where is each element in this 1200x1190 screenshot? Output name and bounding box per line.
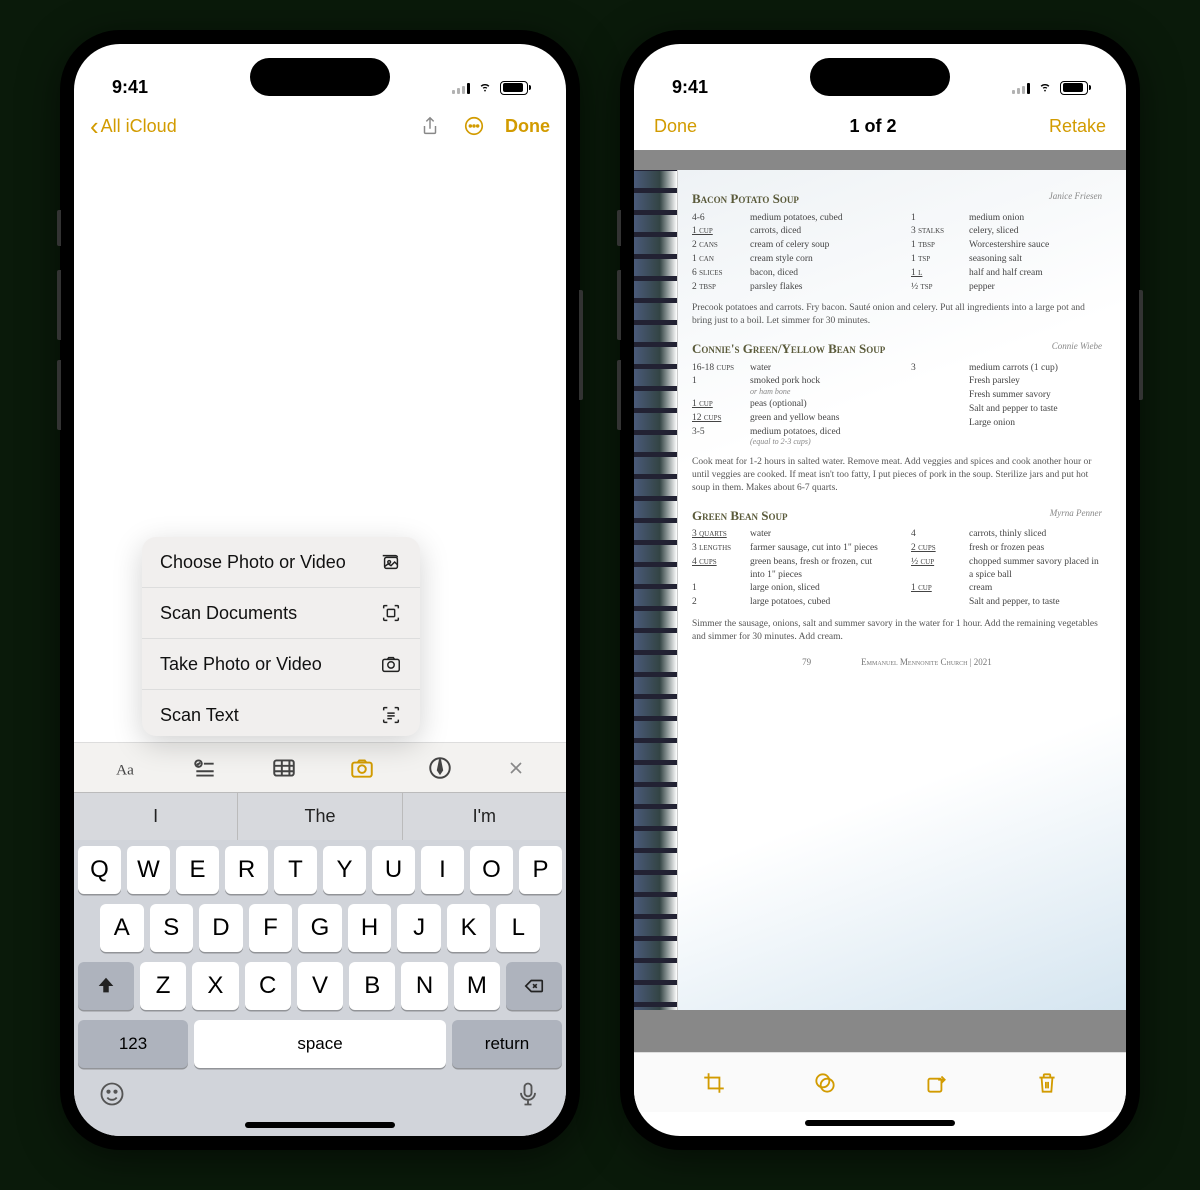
key-h[interactable]: H [348,904,392,952]
chevron-left-icon: ‹ [90,113,99,139]
signal-icon [1012,82,1031,94]
note-body[interactable]: Choose Photo or Video Scan Documents Tak… [74,150,566,742]
key-t[interactable]: T [274,846,317,894]
clock: 9:41 [112,77,148,98]
key-j[interactable]: J [397,904,441,952]
key-e[interactable]: E [176,846,219,894]
gallery-icon [380,551,402,573]
scan-nav: Done 1 of 2 Retake [634,102,1126,150]
key-w[interactable]: W [127,846,170,894]
back-label: All iCloud [101,116,177,137]
more-icon[interactable] [461,113,487,139]
dynamic-island [810,58,950,96]
wifi-icon [1036,77,1054,98]
key-p[interactable]: P [519,846,562,894]
backspace-key[interactable] [506,962,562,1010]
retake-button[interactable]: Retake [1049,116,1106,137]
key-q[interactable]: Q [78,846,121,894]
key-m[interactable]: M [454,962,500,1010]
menu-scan-text[interactable]: Scan Text [142,690,420,736]
crop-icon[interactable] [701,1070,727,1096]
key-a[interactable]: A [100,904,144,952]
key-n[interactable]: N [401,962,447,1010]
menu-take-photo[interactable]: Take Photo or Video [142,639,420,690]
key-i[interactable]: I [421,846,464,894]
svg-text:Aa: Aa [116,761,134,778]
filter-icon[interactable] [812,1070,838,1096]
key-row-3: ZXCVBNM [78,962,562,1010]
scanned-page: Bacon Potato SoupJanice Friesen4-6medium… [634,170,1126,1010]
markup-icon[interactable] [427,755,453,781]
spiral-binding [634,170,678,1010]
key-o[interactable]: O [470,846,513,894]
back-button[interactable]: ‹ All iCloud [90,113,177,139]
key-b[interactable]: B [349,962,395,1010]
space-key[interactable]: space [194,1020,446,1068]
suggestion-3[interactable]: I'm [403,793,566,840]
key-k[interactable]: K [447,904,491,952]
key-g[interactable]: G [298,904,342,952]
done-button[interactable]: Done [505,116,550,137]
suggestion-bar: I The I'm [74,792,566,840]
trash-icon[interactable] [1034,1070,1060,1096]
clock: 9:41 [672,77,708,98]
note-toolbar: Aa [74,742,566,792]
scan-toolbar [634,1052,1126,1112]
scan-done-button[interactable]: Done [654,116,697,137]
key-u[interactable]: U [372,846,415,894]
share-icon[interactable] [417,113,443,139]
home-indicator[interactable] [805,1120,955,1126]
key-f[interactable]: F [249,904,293,952]
text-format-icon[interactable]: Aa [114,755,140,781]
notes-nav: ‹ All iCloud Done [74,102,566,150]
table-icon[interactable] [271,755,297,781]
signal-icon [452,82,471,94]
key-c[interactable]: C [245,962,291,1010]
menu-choose-photo[interactable]: Choose Photo or Video [142,537,420,588]
home-indicator[interactable] [245,1122,395,1128]
key-x[interactable]: X [192,962,238,1010]
dynamic-island [250,58,390,96]
key-d[interactable]: D [199,904,243,952]
battery-icon [1060,81,1088,95]
rotate-icon[interactable] [923,1070,949,1096]
return-key[interactable]: return [452,1020,562,1068]
camera-icon [380,653,402,675]
page-content: Bacon Potato SoupJanice Friesen4-6medium… [678,170,1126,1010]
keyboard: QWERTYUIOP ASDFGHJKL ZXCVBNM 123 space r… [74,840,566,1136]
battery-icon [500,81,528,95]
dictation-icon[interactable] [514,1080,542,1108]
screen-scan: 9:41 Done 1 of 2 Retake Bacon Potato Sou… [634,44,1126,1136]
menu-scan-documents[interactable]: Scan Documents [142,588,420,639]
key-v[interactable]: V [297,962,343,1010]
key-l[interactable]: L [496,904,540,952]
scan-doc-icon [380,602,402,624]
suggestion-2[interactable]: The [238,793,402,840]
key-z[interactable]: Z [140,962,186,1010]
key-r[interactable]: R [225,846,268,894]
key-s[interactable]: S [150,904,194,952]
screen-notes: 9:41 ‹ All iCloud Done Choose Photo or V… [74,44,566,1136]
key-row-1: QWERTYUIOP [78,846,562,894]
checklist-icon[interactable] [192,755,218,781]
scan-body[interactable]: Bacon Potato SoupJanice Friesen4-6medium… [634,150,1126,1052]
close-icon[interactable] [506,755,526,781]
attachment-menu: Choose Photo or Video Scan Documents Tak… [142,537,420,736]
camera-toolbar-icon[interactable] [349,755,375,781]
key-y[interactable]: Y [323,846,366,894]
phone-right: 9:41 Done 1 of 2 Retake Bacon Potato Sou… [620,30,1140,1150]
wifi-icon [476,77,494,98]
suggestion-1[interactable]: I [74,793,238,840]
emoji-icon[interactable] [98,1080,126,1108]
page-counter: 1 of 2 [849,116,896,137]
numbers-key[interactable]: 123 [78,1020,188,1068]
key-row-2: ASDFGHJKL [78,904,562,952]
scan-text-icon [380,704,402,726]
shift-key[interactable] [78,962,134,1010]
phone-left: 9:41 ‹ All iCloud Done Choose Photo or V… [60,30,580,1150]
